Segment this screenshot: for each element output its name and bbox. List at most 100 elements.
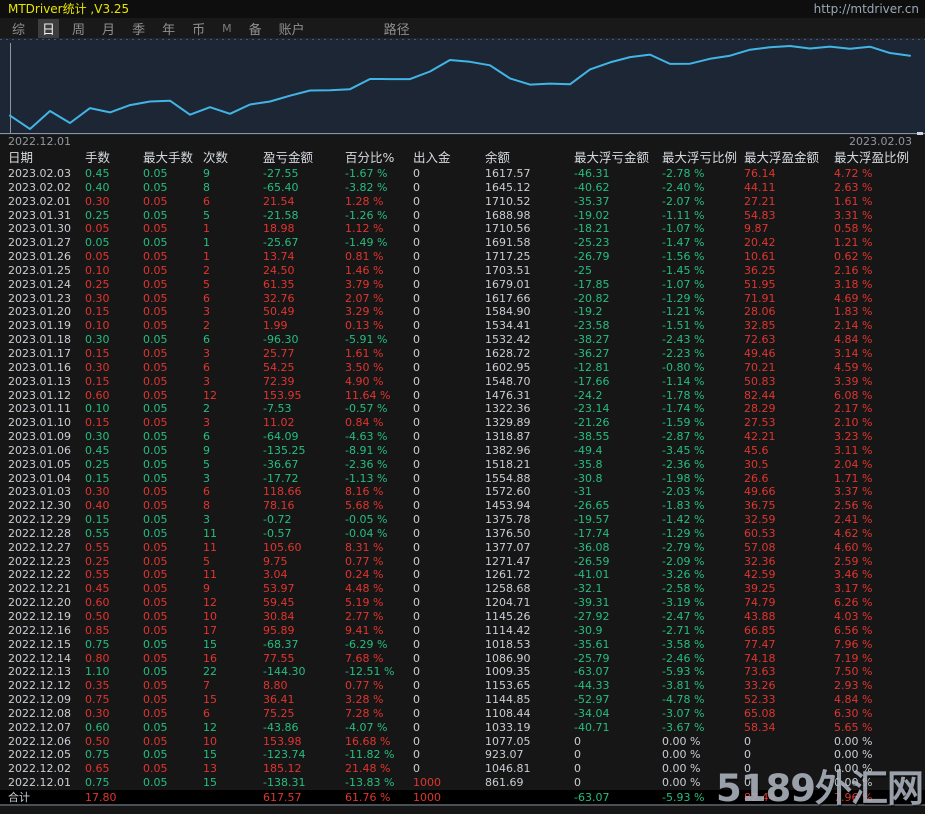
cell-max-lots: 0.05	[143, 458, 203, 472]
cell-lots: 0.05	[85, 250, 143, 264]
table-row[interactable]: 2022.12.230.250.0559.750.77 %01271.47-26…	[0, 555, 925, 569]
table-row[interactable]: 2022.12.050.750.0515-123.74-11.82 %0923.…	[0, 748, 925, 762]
table-row[interactable]: 2023.02.020.400.058-65.40-3.82 %01645.12…	[0, 181, 925, 195]
table-row[interactable]: 2023.01.040.150.053-17.72-1.13 %01554.88…	[0, 472, 925, 486]
cell-pnl: 21.54	[263, 195, 345, 209]
table-row[interactable]: 2022.12.290.150.053-0.72-0.05 %01375.78-…	[0, 513, 925, 527]
cell-lots: 0.55	[85, 568, 143, 582]
table-row[interactable]: 2023.01.100.150.05311.020.84 %01329.89-2…	[0, 416, 925, 430]
menu-item-account[interactable]: 账户	[275, 19, 309, 38]
table-row[interactable]: 2023.01.120.600.0512153.9511.64 %01476.3…	[0, 389, 925, 403]
table-row[interactable]: 2022.12.190.500.051030.842.77 %01145.26-…	[0, 610, 925, 624]
cell-pnl-pct: 0.84 %	[345, 416, 413, 430]
table-row[interactable]: 2023.01.130.150.05372.394.90 %01548.70-1…	[0, 375, 925, 389]
cell-balance: 1261.72	[485, 568, 574, 582]
table-row[interactable]: 2023.01.240.250.05561.353.79 %01679.01-1…	[0, 278, 925, 292]
table-row[interactable]: 2023.01.170.150.05325.771.61 %01628.72-3…	[0, 347, 925, 361]
cell-date: 2022.12.16	[8, 624, 85, 638]
menu-item-quarter[interactable]: 季	[128, 19, 149, 38]
cell-max-lots: 0.05	[143, 582, 203, 596]
table-row[interactable]: 2023.01.090.300.056-64.09-4.63 %01318.87…	[0, 430, 925, 444]
table-row[interactable]: 2022.12.300.400.05878.165.68 %01453.94-2…	[0, 499, 925, 513]
table-row[interactable]: 2022.12.210.450.05953.974.48 %01258.68-3…	[0, 582, 925, 596]
menu-item-year[interactable]: 年	[158, 19, 179, 38]
chart-axis-labels: 2022.12.01 2023.02.03	[0, 135, 925, 149]
cell-date: 2022.12.13	[8, 665, 85, 679]
table-row[interactable]: 2022.12.070.600.0512-43.86-4.07 %01033.1…	[0, 721, 925, 735]
cell-lots: 0.65	[85, 762, 143, 776]
table-row[interactable]: 2022.12.060.500.0510153.9816.68 %01077.0…	[0, 735, 925, 749]
cell-max-float-loss-pct: -1.74 %	[662, 402, 744, 416]
cell-count: 6	[203, 361, 263, 375]
cell-max-float-loss-pct: -1.14 %	[662, 375, 744, 389]
cell-max-float-loss: -38.55	[574, 430, 662, 444]
menu-item-m[interactable]: M	[218, 22, 236, 35]
cell-date: 2023.02.02	[8, 181, 85, 195]
table-row[interactable]: 2022.12.080.300.05675.257.28 %01108.44-3…	[0, 707, 925, 721]
cell-max-float-profit: 77.47	[744, 638, 834, 652]
table-row[interactable]: 2023.01.230.300.05632.762.07 %01617.66-2…	[0, 292, 925, 306]
menu-item-path[interactable]: 路径	[380, 19, 414, 38]
table-row[interactable]: 2022.12.120.350.0578.800.77 %01153.65-44…	[0, 679, 925, 693]
cell-balance: 1548.70	[485, 375, 574, 389]
menu-item-day[interactable]: 日	[38, 19, 59, 38]
menu-item-currency[interactable]: 币	[188, 19, 209, 38]
table-row[interactable]: 2022.12.280.550.0511-0.57-0.04 %01376.50…	[0, 527, 925, 541]
table-row[interactable]: 2023.01.110.100.052-7.53-0.57 %01322.36-…	[0, 402, 925, 416]
cell-max-lots: 0.05	[143, 236, 203, 250]
table-row[interactable]: 2023.01.030.300.056118.668.16 %01572.60-…	[0, 485, 925, 499]
table-row[interactable]: 2023.01.200.150.05350.493.29 %01584.90-1…	[0, 305, 925, 319]
table-row[interactable]: 2023.01.190.100.0521.990.13 %01534.41-23…	[0, 319, 925, 333]
table-row[interactable]: 2023.01.060.450.059-135.25-8.91 %01382.9…	[0, 444, 925, 458]
cell-date: 2022.12.30	[8, 499, 85, 513]
table-row[interactable]: 2022.12.220.550.05113.040.24 %01261.72-4…	[0, 568, 925, 582]
cell-date: 2023.01.18	[8, 333, 85, 347]
cell-pnl-pct: 61.76 %	[345, 790, 413, 804]
table-row[interactable]: 2023.01.270.050.051-25.67-1.49 %01691.58…	[0, 236, 925, 250]
title-bar: MTDriver统计 ,V3.25 http://mtdriver.cn	[0, 0, 925, 18]
table-row[interactable]: 2022.12.150.750.0515-68.37-6.29 %01018.5…	[0, 638, 925, 652]
cell-pnl: -7.53	[263, 402, 345, 416]
table-row[interactable]: 2022.12.160.850.051795.899.41 %01114.42-…	[0, 624, 925, 638]
cell-max-float-profit-pct: 7.19 %	[834, 652, 925, 666]
cell-date: 2023.01.05	[8, 458, 85, 472]
table-row[interactable]: 2022.12.010.750.0515-138.31-13.83 %10008…	[0, 776, 925, 790]
cell-deposit: 0	[413, 762, 485, 776]
table-row[interactable]: 2023.01.300.050.05118.981.12 %01710.56-1…	[0, 222, 925, 236]
table-row[interactable]: 2022.12.131.100.0522-144.30-12.51 %01009…	[0, 665, 925, 679]
table-row[interactable]: 2022.12.140.800.051677.557.68 %01086.90-…	[0, 652, 925, 666]
cell-max-float-profit: 49.66	[744, 485, 834, 499]
table-row[interactable]: 2023.01.180.300.056-96.30-5.91 %01532.42…	[0, 333, 925, 347]
cell-balance: 1258.68	[485, 582, 574, 596]
table-row[interactable]: 2022.12.200.600.051259.455.19 %01204.71-…	[0, 596, 925, 610]
table-row[interactable]: 2023.01.160.300.05654.253.50 %01602.95-1…	[0, 361, 925, 375]
cell-pnl: -68.37	[263, 638, 345, 652]
menu-item-month[interactable]: 月	[98, 19, 119, 38]
cell-deposit: 1000	[413, 790, 485, 804]
table-row[interactable]: 2023.02.030.450.059-27.55-1.67 %01617.57…	[0, 167, 925, 181]
cell-max-lots: 0.05	[143, 209, 203, 223]
cell-max-float-loss-pct: -1.83 %	[662, 499, 744, 513]
table-row[interactable]: 2023.01.260.050.05113.740.81 %01717.25-2…	[0, 250, 925, 264]
table-row[interactable]: 2023.01.250.100.05224.501.46 %01703.51-2…	[0, 264, 925, 278]
table-row[interactable]: 2022.12.270.550.0511105.608.31 %01377.07…	[0, 541, 925, 555]
table-row[interactable]: 2022.12.090.750.051536.413.28 %01144.85-…	[0, 693, 925, 707]
table-row[interactable]: 2023.02.010.300.05621.541.28 %01710.52-3…	[0, 195, 925, 209]
cell-pnl: 105.60	[263, 541, 345, 555]
table-row[interactable]: 2023.01.310.250.055-21.58-1.26 %01688.98…	[0, 209, 925, 223]
cell-date: 2022.12.09	[8, 693, 85, 707]
table-row[interactable]: 2022.12.020.650.0513185.1221.48 %01046.8…	[0, 762, 925, 776]
table-row[interactable]: 2023.01.050.250.055-36.67-2.36 %01518.21…	[0, 458, 925, 472]
app-url-link[interactable]: http://mtdriver.cn	[814, 2, 919, 16]
cell-balance: 861.69	[485, 776, 574, 790]
cell-lots: 0.55	[85, 527, 143, 541]
menu-item-backup[interactable]: 备	[245, 19, 266, 38]
cell-count: 11	[203, 527, 263, 541]
cell-max-float-profit-pct: 3.11 %	[834, 444, 925, 458]
table-total-row[interactable]: 合计17.80617.5761.76 %1000-63.07-5.93 %82.…	[0, 790, 925, 806]
cell-pnl: 8.80	[263, 679, 345, 693]
menu-item-week[interactable]: 周	[68, 19, 89, 38]
cell-max-float-loss: -38.27	[574, 333, 662, 347]
cell-max-float-loss: -18.21	[574, 222, 662, 236]
menu-item-summary[interactable]: 综	[8, 19, 29, 38]
